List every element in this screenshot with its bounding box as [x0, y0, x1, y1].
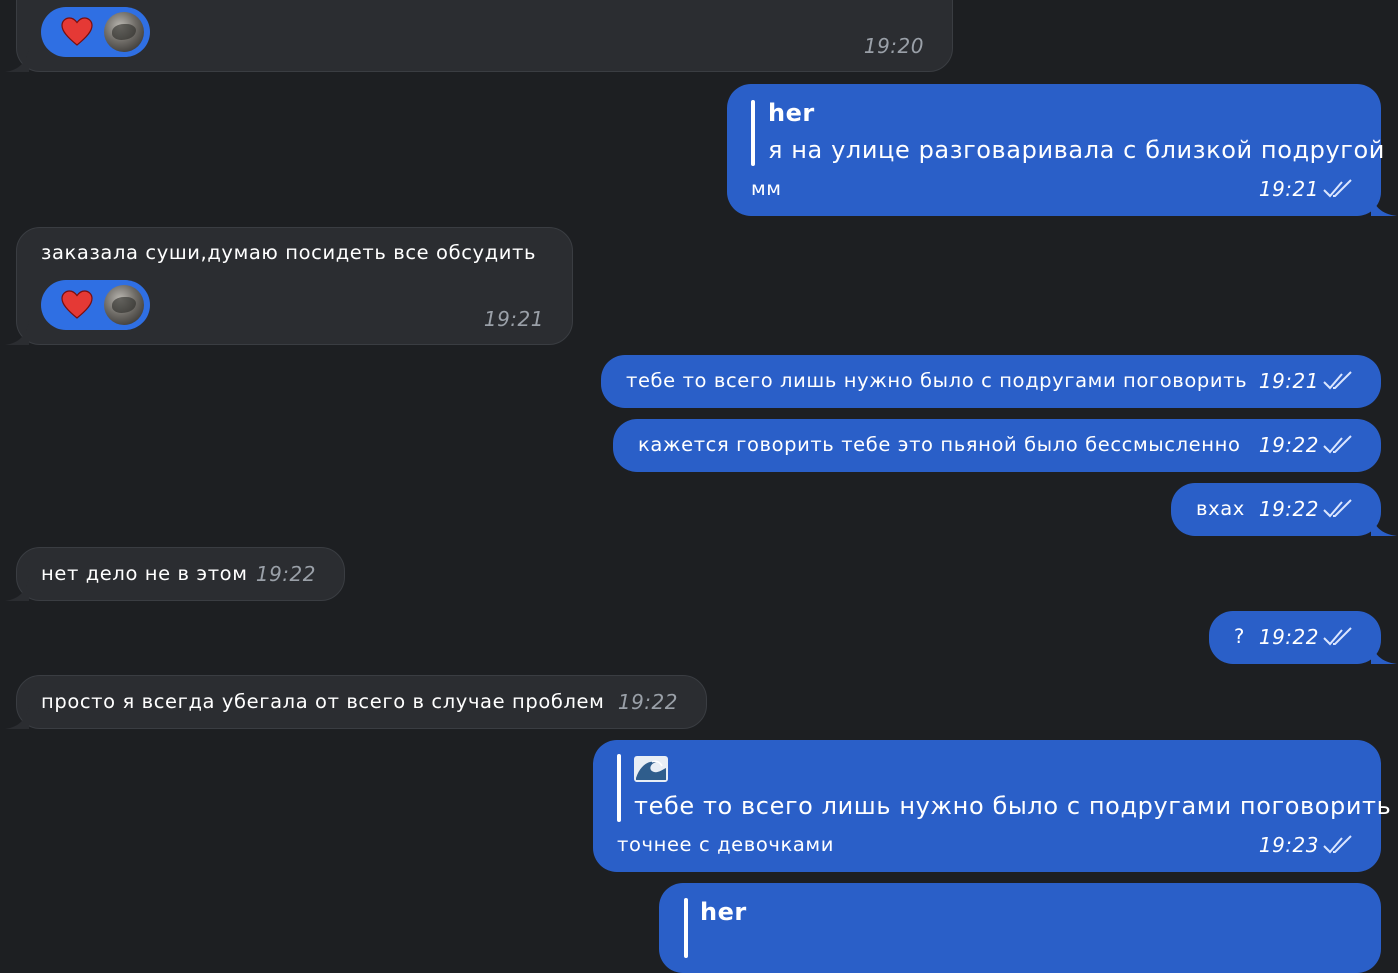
double-check-icon — [1323, 835, 1352, 854]
message-time: 19:21 — [1259, 176, 1353, 202]
chat-message-list[interactable]: 19:20 her я на улице разговаривала с бли… — [0, 0, 1398, 973]
message-text: заказала суши,думаю посидеть все обсудит… — [41, 241, 537, 264]
message-time: 19:21 — [1259, 368, 1353, 394]
bubble-tail — [1371, 640, 1397, 664]
heart-icon — [61, 17, 93, 46]
bubble-tail — [1371, 512, 1397, 536]
message-text: мм — [751, 177, 782, 200]
message-time: 19:22 — [1259, 496, 1353, 522]
message-time: 19:22 — [1259, 432, 1353, 458]
message-text: вхах — [1196, 497, 1245, 520]
message-outgoing[interactable]: вхах 19:22 — [1171, 483, 1397, 536]
message-time: 19:22 — [617, 690, 678, 714]
reaction-badge[interactable] — [41, 280, 150, 330]
double-check-icon — [1323, 179, 1352, 198]
bubble-tail — [5, 577, 29, 601]
bubble-tail — [5, 48, 29, 72]
reply-quote-bar — [617, 754, 621, 822]
message-incoming[interactable]: нет дело не в этом 19:22 — [5, 547, 345, 601]
bubble-tail — [5, 705, 29, 729]
message-text: нет дело не в этом — [41, 562, 248, 585]
message-outgoing[interactable]: ? 19:22 — [1209, 611, 1397, 664]
double-check-icon — [1323, 371, 1352, 390]
reply-text[interactable]: я на улице разговаривала с близкой подру… — [768, 137, 1385, 163]
reactor-avatar — [104, 12, 144, 52]
message-text: точнее с девочками — [617, 833, 835, 856]
reaction-badge[interactable] — [41, 7, 150, 57]
message-text: ? — [1234, 625, 1245, 648]
bubble-tail — [1371, 192, 1397, 216]
message-time: 19:22 — [1259, 624, 1353, 650]
message-time: 19:23 — [1259, 832, 1353, 858]
message-outgoing[interactable]: her я на улице разговаривала с близкой п… — [727, 84, 1397, 216]
double-check-icon — [1323, 435, 1352, 454]
message-text: просто я всегда убегала от всего в случа… — [41, 690, 605, 713]
message-text: тебе то всего лишь нужно было с подругам… — [626, 369, 1248, 392]
reply-author[interactable]: her — [768, 100, 815, 126]
reply-author[interactable]: her — [700, 899, 747, 925]
message-incoming[interactable]: заказала суши,думаю посидеть все обсудит… — [5, 227, 573, 345]
message-outgoing[interactable]: her — [659, 883, 1381, 973]
message-incoming[interactable]: просто я всегда убегала от всего в случа… — [5, 675, 707, 729]
message-time: 19:21 — [483, 307, 544, 331]
double-check-icon — [1323, 627, 1352, 646]
heart-icon — [61, 290, 93, 319]
message-time: 19:20 — [863, 34, 924, 58]
message-outgoing[interactable]: кажется говорить тебе это пьяной было бе… — [613, 419, 1381, 472]
wave-emoji-icon — [634, 756, 668, 782]
message-outgoing[interactable]: тебе то всего лишь нужно было с подругам… — [601, 355, 1381, 408]
reply-quote-bar — [751, 100, 755, 166]
bubble-tail — [5, 321, 29, 345]
message-outgoing[interactable]: тебе то всего лишь нужно было с подругам… — [593, 740, 1391, 872]
reply-text[interactable]: тебе то всего лишь нужно было с подругам… — [634, 793, 1391, 819]
reactor-avatar — [104, 285, 144, 325]
message-time: 19:22 — [255, 562, 316, 586]
message-text: кажется говорить тебе это пьяной было бе… — [638, 433, 1241, 456]
double-check-icon — [1323, 499, 1352, 518]
reply-quote-bar — [684, 898, 688, 958]
message-incoming[interactable]: 19:20 — [5, 0, 953, 72]
